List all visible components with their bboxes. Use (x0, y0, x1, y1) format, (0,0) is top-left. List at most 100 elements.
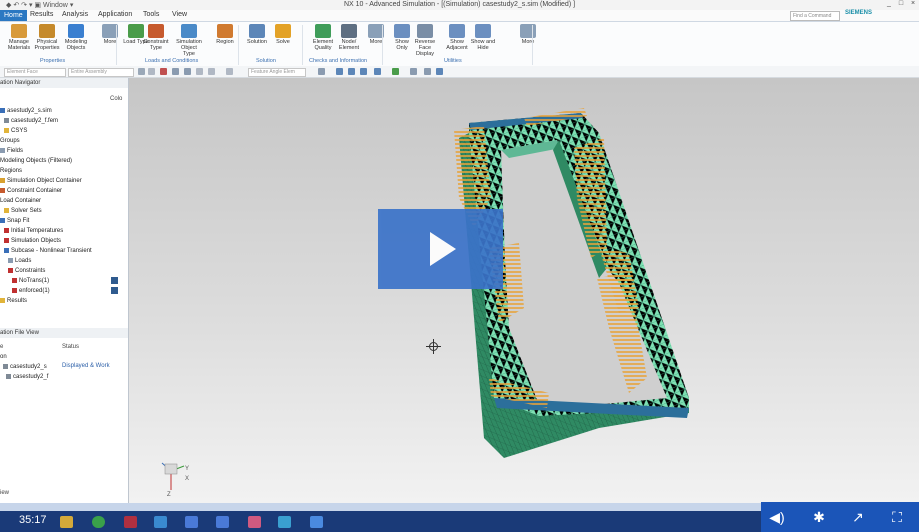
file-explorer-icon[interactable] (60, 516, 73, 528)
navigator-row[interactable]: asestudy2_s.sim (0, 106, 110, 116)
navigator-row[interactable]: Solver Sets (0, 206, 114, 216)
close-button[interactable]: × (907, 0, 919, 7)
ribbon-separator (382, 25, 383, 65)
navigator-row[interactable]: Snap Fit (0, 216, 110, 226)
navigator-row[interactable]: CSYS (0, 126, 114, 136)
navigator-row[interactable]: Constraints (0, 266, 118, 276)
simulation-object-icon (181, 24, 197, 38)
find-command-input[interactable]: Find a Command (790, 11, 840, 21)
pan-icon[interactable] (360, 68, 367, 75)
deselect-icon[interactable] (148, 68, 155, 75)
nx-icon[interactable] (185, 516, 198, 528)
nx-icon[interactable] (216, 516, 229, 528)
physical-properties-button[interactable]: Physical Properties (34, 24, 60, 51)
app-icon[interactable] (124, 516, 137, 528)
navigator-row[interactable]: Initial Temperatures (0, 226, 114, 236)
graphics-viewport[interactable]: Y X Z (129, 78, 919, 503)
clear-icon[interactable] (226, 68, 233, 75)
snap-icon[interactable] (172, 68, 179, 75)
feature-angle-dropdown[interactable]: Feature Angle Elem (248, 68, 306, 77)
modeling-objects-button[interactable]: Modeling Objects (63, 24, 89, 51)
node-icon (0, 298, 5, 303)
maximize-button[interactable]: □ (895, 0, 907, 7)
navigator-row[interactable]: Constraint Container (0, 186, 110, 196)
orient-icon[interactable] (374, 68, 381, 75)
navigator-row[interactable]: Regions (0, 166, 110, 176)
box-select-icon[interactable] (196, 68, 203, 75)
command-label: Physical Properties (34, 39, 60, 51)
fit-icon[interactable] (318, 68, 325, 75)
share-icon[interactable]: ↗ (849, 509, 867, 525)
lasso-icon[interactable] (208, 68, 215, 75)
filter-icon[interactable] (160, 68, 167, 75)
more-button[interactable]: More (515, 24, 541, 45)
tab-application[interactable]: Application (98, 11, 132, 18)
show-adjacent-button[interactable]: Show Adjacent (444, 24, 470, 51)
simulation-object-type-button[interactable]: Simulation Object Type (176, 24, 202, 57)
solve-button[interactable]: Solve (270, 24, 296, 45)
app-icon[interactable] (248, 516, 261, 528)
tab-tools[interactable]: Tools (143, 11, 159, 18)
constraint-type-button[interactable]: Constraint Type (143, 24, 169, 51)
color-swatch[interactable] (111, 287, 118, 294)
settings-icon[interactable]: ✱ (810, 509, 828, 525)
navigator-row[interactable]: Modeling Objects (Filtered) (0, 156, 110, 166)
display-icon[interactable] (436, 68, 443, 75)
command-label: Region (216, 39, 234, 45)
point-icon[interactable] (184, 68, 191, 75)
tab-results[interactable]: Results (30, 11, 53, 18)
navigator-row-label: Results (7, 298, 28, 304)
assembly-filter-dropdown[interactable]: Entire Assembly (68, 68, 134, 77)
command-label: Constraint Type (143, 39, 169, 51)
ribbon-separator (238, 25, 239, 65)
navigator-row[interactable]: Loads (0, 256, 118, 266)
node-icon (12, 278, 17, 283)
select-icon[interactable] (138, 68, 145, 75)
navigator-row-label: Initial Temperatures (11, 228, 64, 234)
chrome-icon[interactable] (92, 516, 105, 528)
navigator-row[interactable]: enforced(1) (0, 286, 122, 296)
play-icon (430, 232, 456, 266)
element-quality-button[interactable]: Element Quality (310, 24, 336, 51)
region-button[interactable]: Region (212, 24, 238, 45)
app-icon[interactable] (154, 516, 167, 528)
navigator-row-label: enforced(1) (19, 288, 50, 294)
navigator-row[interactable]: Fields (0, 146, 110, 156)
tab-home[interactable]: Home (0, 10, 27, 21)
fullscreen-icon[interactable]: ⛶ (888, 509, 906, 525)
navigator-row[interactable]: Load Container (0, 196, 110, 206)
navigator-row[interactable]: Groups (0, 136, 110, 146)
more-button[interactable]: More (97, 24, 123, 45)
color-swatch[interactable] (111, 277, 118, 284)
file-view-footer: iew (0, 490, 10, 496)
rotate-icon[interactable] (348, 68, 355, 75)
navigator-row[interactable]: NoTrans(1) (0, 276, 122, 286)
manage-materials-button[interactable]: Manage Materials (6, 24, 32, 51)
render-style-icon[interactable] (392, 68, 399, 75)
solution-button[interactable]: Solution (244, 24, 270, 45)
layer-icon[interactable] (424, 68, 431, 75)
more-button[interactable]: More (363, 24, 389, 45)
navigator-row[interactable]: casestudy2_f.fem (0, 116, 114, 126)
element-quality-icon (315, 24, 331, 38)
show-and-hide-button[interactable]: Show and Hide (470, 24, 496, 51)
navigator-row[interactable]: Simulation Objects (0, 236, 114, 246)
app-icon[interactable] (310, 516, 323, 528)
volume-icon[interactable]: ◀) (768, 509, 786, 525)
tab-analysis[interactable]: Analysis (62, 11, 88, 18)
navigator-row[interactable]: Simulation Object Container (0, 176, 110, 186)
node-element-button[interactable]: Node/ Element (336, 24, 362, 51)
play-button[interactable] (378, 209, 503, 289)
file-view-row[interactable]: casestudy2_f (0, 372, 110, 382)
navigator-row[interactable]: Subcase - Nonlinear Transient (0, 246, 114, 256)
face-filter-dropdown[interactable]: Element Face (4, 68, 66, 77)
file-view-row[interactable]: on (0, 352, 110, 362)
tab-view[interactable]: View (172, 11, 187, 18)
app-icon[interactable] (278, 516, 291, 528)
section-icon[interactable] (410, 68, 417, 75)
view-icon[interactable] (336, 68, 343, 75)
reverse-face-display-button[interactable]: Reverse Face Display (412, 24, 438, 57)
navigator-row[interactable]: Results (0, 296, 110, 306)
more-icon (520, 24, 536, 38)
minimize-button[interactable]: _ (883, 0, 895, 7)
